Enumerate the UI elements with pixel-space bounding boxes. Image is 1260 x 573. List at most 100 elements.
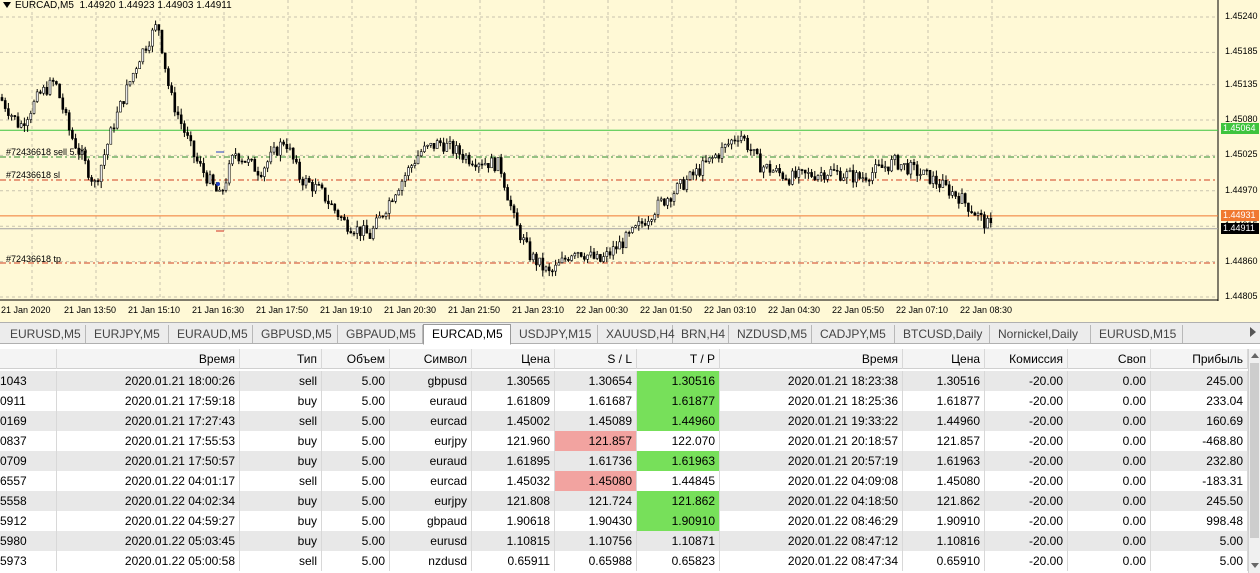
candle-body	[45, 86, 49, 95]
column-header[interactable]: Символ	[390, 349, 472, 369]
column-header[interactable]: Своп	[1068, 349, 1151, 369]
candle-body	[906, 163, 909, 175]
table-cell: 0.00	[1068, 551, 1151, 571]
chart-menu-triangle-icon[interactable]	[3, 2, 11, 9]
table-cell: 1.44960	[903, 411, 985, 431]
candle-body	[455, 145, 458, 154]
table-cell: -468.80	[1151, 431, 1248, 451]
candle-body	[778, 168, 781, 174]
chart-canvas[interactable]	[0, 0, 1260, 322]
chart-tab[interactable]: EURAUD,M5	[169, 325, 253, 343]
table-scrollbar[interactable]	[1248, 349, 1260, 573]
candle-body	[13, 115, 17, 117]
candle-body	[816, 175, 820, 180]
table-row[interactable]: 6557 2020.01.22 04:01:17 sell 5.00 eurcad 1.4…	[0, 471, 1248, 491]
order-sl-label[interactable]: #72436618 sl	[6, 170, 60, 180]
column-header[interactable]	[0, 349, 57, 369]
candle-body	[800, 169, 804, 171]
candle-body	[51, 79, 55, 82]
table-cell: 0.00	[1068, 391, 1151, 411]
table-cell: 0.00	[1068, 531, 1151, 551]
table-cell: 5.00	[322, 451, 390, 471]
table-cell: 1.10871	[637, 531, 720, 551]
table-row[interactable]: 5973 2020.01.22 05:00:58 sell 5.00 nzdusd 0.6…	[0, 551, 1248, 571]
candle-body	[16, 116, 20, 128]
table-row[interactable]: 5980 2020.01.22 05:03:45 buy 5.00 eurusd 1.10…	[0, 531, 1248, 551]
table-row[interactable]: 1043 2020.01.21 18:00:26 sell 5.00 gbpusd 1.3…	[0, 371, 1248, 391]
chart-tab[interactable]: EURCAD,M5	[423, 324, 511, 345]
candle-body	[650, 219, 653, 222]
candle-body	[749, 149, 753, 152]
column-header[interactable]: Комиссия	[985, 349, 1068, 369]
candle-body	[538, 257, 541, 266]
candle-body	[93, 180, 97, 182]
candle-body	[541, 257, 545, 271]
candle-body	[935, 175, 938, 185]
chart-tab[interactable]: USDJPY,M15	[511, 325, 598, 343]
chart-tab[interactable]: Nornickel,Daily	[990, 325, 1091, 343]
candle-body	[32, 101, 36, 114]
column-header[interactable]: Время	[57, 349, 240, 369]
column-header[interactable]: Цена	[903, 349, 985, 369]
column-header[interactable]: Цена	[472, 349, 555, 369]
scrollbar-thumb[interactable]	[1250, 363, 1259, 538]
chart-tab[interactable]: EURUSD,M5	[2, 325, 86, 343]
chart-tab[interactable]: EURJPY,M5	[86, 325, 169, 343]
scroll-down-icon[interactable]	[1250, 561, 1259, 571]
order-sell-label[interactable]: #72436618 sell 5.00	[6, 147, 87, 157]
chart-tab[interactable]: NZDUSD,M5	[729, 325, 812, 343]
column-header[interactable]: T / P	[637, 349, 720, 369]
table-cell: gbpusd	[390, 371, 472, 391]
green-line-price-flag: 1.45064	[1221, 123, 1259, 134]
candle-body	[605, 251, 609, 257]
column-header[interactable]: Прибыль	[1151, 349, 1248, 369]
candle-body	[861, 177, 865, 179]
tabs-scroll-right-icon[interactable]	[1250, 327, 1256, 337]
candle-body	[147, 45, 151, 51]
candle-body	[714, 154, 717, 158]
table-cell: buy	[240, 431, 322, 451]
candle-body	[320, 184, 324, 189]
candle-body	[336, 210, 340, 217]
chart-tab[interactable]: XAUUSD,H4	[598, 325, 675, 343]
column-header[interactable]: Тип	[240, 349, 322, 369]
column-header[interactable]: Время	[720, 349, 903, 369]
table-row[interactable]: 0837 2020.01.21 17:55:53 buy 5.00 eurjpy 121.…	[0, 431, 1248, 451]
table-row[interactable]: 0911 2020.01.21 17:59:18 buy 5.00 euraud 1.61…	[0, 391, 1248, 411]
chart-tab[interactable]: GBPAUD,M5	[338, 325, 423, 343]
candle-body	[752, 148, 756, 151]
candle-body	[183, 123, 186, 133]
chart-symbol-title: EURCAD,M5 1.44920 1.44923 1.44903 1.4491…	[3, 0, 232, 11]
table-cell: 1.90910	[637, 511, 720, 531]
scroll-up-icon[interactable]	[1250, 351, 1259, 361]
candle-body	[173, 92, 177, 113]
table-row[interactable]: 0709 2020.01.21 17:50:57 buy 5.00 euraud 1.61…	[0, 451, 1248, 471]
column-header[interactable]: S / L	[555, 349, 637, 369]
table-row[interactable]: 5912 2020.01.22 04:59:27 buy 5.00 gbpaud 1.90…	[0, 511, 1248, 531]
order-tp-label[interactable]: #72436618 tp	[6, 254, 61, 264]
chart-tab[interactable]: BTCUSD,Daily	[895, 325, 990, 343]
candle-body	[877, 164, 881, 166]
candle-body	[359, 226, 362, 236]
candle-body	[794, 170, 797, 178]
table-cell: -20.00	[985, 491, 1068, 511]
column-header[interactable]: Объем	[322, 349, 390, 369]
candle-body	[586, 254, 589, 260]
time-tick-label: 21 Jan 20:30	[384, 305, 437, 315]
table-cell: buy	[240, 531, 322, 551]
candle-body	[42, 86, 45, 94]
candle-body	[823, 172, 826, 180]
chart-tab[interactable]: GBPUSD,M5	[253, 325, 338, 343]
chart-tab[interactable]: CADJPY,M5	[812, 325, 895, 343]
candle-body	[467, 154, 471, 165]
table-cell: 5.00	[322, 511, 390, 531]
table-row[interactable]: 0169 2020.01.21 17:27:43 sell 5.00 eurcad 1.4…	[0, 411, 1248, 431]
chart-tab[interactable]: BRN,H4	[673, 325, 729, 343]
table-cell: 1.30516	[903, 371, 985, 391]
table-cell: 5.00	[322, 531, 390, 551]
table-row[interactable]: 5558 2020.01.22 04:02:34 buy 5.00 eurjpy 121.…	[0, 491, 1248, 511]
candle-body	[688, 171, 692, 180]
candle-body	[723, 144, 727, 148]
chart-tab[interactable]: EURUSD,M15	[1091, 325, 1183, 343]
price-chart[interactable]: EURCAD,M5 1.44920 1.44923 1.44903 1.4491…	[0, 0, 1260, 322]
